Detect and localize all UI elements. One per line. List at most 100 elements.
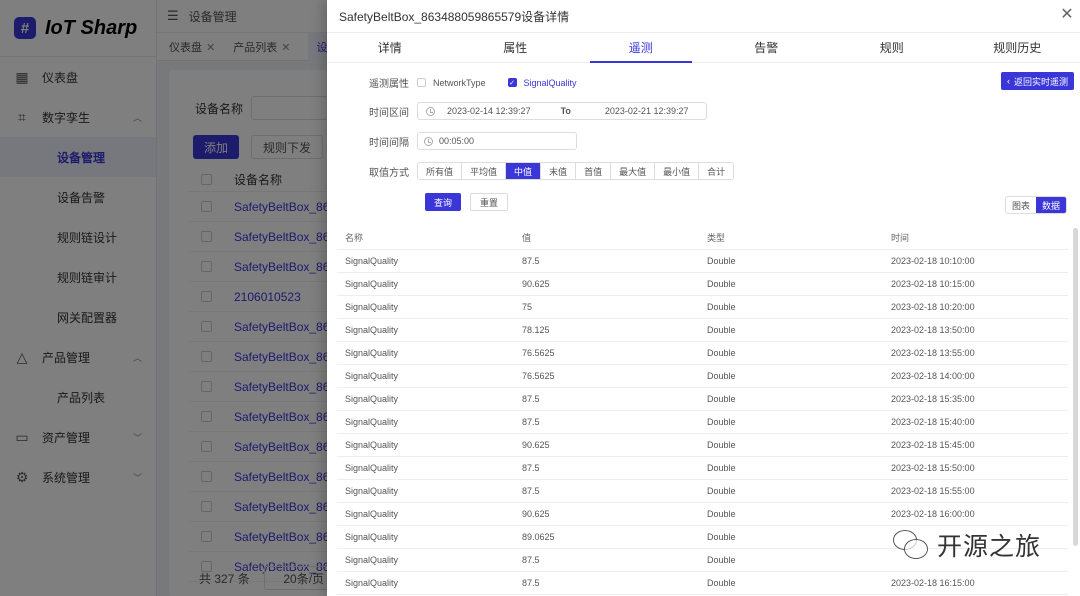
back-to-realtime-button[interactable]: ‹ 返回实时遥测	[1000, 72, 1074, 90]
cell-type: Double	[707, 279, 736, 289]
cell-type: Double	[707, 371, 736, 381]
aggregation-option[interactable]: 合计	[699, 163, 733, 179]
data-view-button[interactable]: 数据	[1035, 197, 1066, 213]
aggregation-option[interactable]: 首值	[576, 163, 612, 179]
cell-time: 2023-02-18 16:15:00	[891, 578, 975, 588]
cell-type: Double	[707, 325, 736, 335]
cell-type: Double	[707, 555, 736, 565]
drawer-tab[interactable]: 详情	[327, 33, 453, 62]
range-start[interactable]: 2023-02-14 12:39:27	[447, 106, 531, 116]
drawer-title: SafetyBeltBox_863488059865579设备详情	[339, 9, 570, 24]
cell-type: Double	[707, 348, 736, 358]
interval-picker[interactable]: 00:05:00	[417, 132, 577, 150]
aggregation-label: 取值方式	[369, 167, 409, 179]
cell-type: Double	[707, 486, 736, 496]
telemetry-attr-label: 遥测属性	[369, 79, 409, 90]
checkbox-checked-icon[interactable]: ✓	[507, 78, 517, 87]
cell-time: 2023-02-18 10:15:00	[891, 279, 975, 289]
telemetry-checkbox[interactable]: NetworkType	[417, 78, 486, 88]
aggregation-segmented: 所有值 平均值 中值 末值 首值 最大值 最小值 合计	[417, 162, 735, 180]
drawer-tab[interactable]: 规则	[829, 33, 955, 62]
cell-time: 2023-02-18 16:00:00	[891, 509, 975, 519]
reset-button[interactable]: 重置	[470, 193, 509, 211]
cell-value: 87.5	[522, 555, 540, 565]
cell-name: SignalQuality	[345, 302, 399, 312]
table-row: SignalQuality 90.625 Double 2023-02-18 16:0…	[337, 503, 1068, 526]
column-header-value: 值	[522, 233, 532, 243]
table-row: SignalQuality 76.5625 Double 2023-02-18 14:…	[337, 365, 1068, 388]
chart-view-button[interactable]: 图表	[1006, 197, 1036, 213]
cell-name: SignalQuality	[345, 486, 399, 496]
cell-name: SignalQuality	[345, 532, 399, 542]
clock-icon	[426, 106, 435, 116]
cell-time: 2023-02-18 15:40:00	[891, 417, 975, 427]
cell-value: 90.625	[522, 440, 550, 450]
aggregation-option[interactable]: 所有值	[418, 163, 463, 179]
drawer-tab[interactable]: 遥测	[578, 33, 704, 63]
table-row: SignalQuality 87.5 Double 2023-02-18 16:15:…	[337, 572, 1068, 595]
cell-type: Double	[707, 256, 736, 266]
cell-name: SignalQuality	[345, 279, 399, 289]
cell-type: Double	[707, 463, 736, 473]
cell-value: 87.5	[522, 463, 540, 473]
drawer-tabs: 详情 属性 遥测 告警 规则 规则历史	[327, 32, 1080, 63]
table-row: SignalQuality 76.5625 Double 2023-02-18 13:…	[337, 342, 1068, 365]
cell-name: SignalQuality	[345, 417, 399, 427]
query-actions: 查询 重置	[425, 193, 517, 211]
aggregation-option[interactable]: 平均值	[462, 163, 507, 179]
drawer-tab[interactable]: 属性	[453, 33, 579, 62]
cell-value: 87.5	[522, 394, 540, 404]
cell-name: SignalQuality	[345, 256, 399, 266]
cell-type: Double	[707, 302, 736, 312]
cell-time: 2023-02-18 13:55:00	[891, 348, 975, 358]
aggregation-option[interactable]: 末值	[541, 163, 577, 179]
table-row: SignalQuality 87.5 Double 2023-02-18 10:10:…	[337, 250, 1068, 273]
telemetry-attr-row: 遥测属性 NetworkType ✓ SignalQuality	[327, 75, 599, 91]
column-header-time: 时间	[891, 233, 910, 243]
cell-type: Double	[707, 417, 736, 427]
watermark: 开源之旅	[893, 527, 1041, 563]
checkbox-icon[interactable]	[417, 78, 426, 87]
aggregation-option[interactable]: 最大值	[611, 163, 656, 179]
cell-name: SignalQuality	[345, 371, 399, 381]
cell-name: SignalQuality	[345, 394, 399, 404]
drawer-tab[interactable]: 告警	[704, 33, 830, 62]
cell-type: Double	[707, 509, 736, 519]
device-detail-drawer: SafetyBeltBox_863488059865579设备详情 ✕ 详情 属性…	[327, 0, 1080, 596]
chevron-left-icon: ‹	[1006, 76, 1010, 86]
range-separator: To	[560, 106, 571, 116]
cell-value: 90.625	[522, 279, 550, 289]
table-row: SignalQuality 87.5 Double 2023-02-18 15:35:…	[337, 388, 1068, 411]
time-range-picker[interactable]: 2023-02-14 12:39:27 To 2023-02-21 12:39:…	[417, 102, 707, 120]
drawer-header: SafetyBeltBox_863488059865579设备详情	[327, 0, 1080, 32]
aggregation-option[interactable]: 中值	[506, 163, 542, 179]
interval-value: 00:05:00	[439, 136, 475, 146]
cell-name: SignalQuality	[345, 325, 399, 335]
cell-time: 2023-02-18 15:45:00	[891, 440, 975, 450]
cell-time: 2023-02-18 10:20:00	[891, 302, 975, 312]
cell-name: SignalQuality	[345, 555, 399, 565]
cell-type: Double	[707, 532, 736, 542]
table-row: SignalQuality 87.5 Double 2023-02-18 15:50:…	[337, 457, 1068, 480]
watermark-text: 开源之旅	[937, 532, 1042, 561]
cell-name: SignalQuality	[345, 348, 399, 358]
cell-value: 76.5625	[522, 348, 555, 358]
telemetry-query-form: ‹ 返回实时遥测 遥测属性 NetworkType ✓ SignalQuality …	[327, 63, 1080, 223]
table-row: SignalQuality 87.5 Double 2023-02-18 15:40:…	[337, 411, 1068, 434]
cell-value: 78.125	[522, 325, 550, 335]
back-button-label: 返回实时遥测	[1013, 76, 1068, 87]
range-end[interactable]: 2023-02-21 12:39:27	[605, 106, 689, 116]
cell-time: 2023-02-18 15:50:00	[891, 463, 975, 473]
interval-row: 时间间隔 00:05:00	[327, 132, 577, 150]
telemetry-checkbox[interactable]: ✓ SignalQuality	[507, 78, 577, 88]
drawer-tab[interactable]: 规则历史	[955, 33, 1080, 62]
table-scrollbar[interactable]	[1073, 228, 1078, 546]
query-button[interactable]: 查询	[425, 193, 462, 211]
cell-name: SignalQuality	[345, 578, 399, 588]
time-range-label: 时间区间	[369, 107, 409, 119]
aggregation-option[interactable]: 最小值	[655, 163, 700, 179]
cell-value: 89.0625	[522, 532, 555, 542]
close-icon[interactable]: ✕	[1059, 7, 1075, 23]
cell-name: SignalQuality	[345, 509, 399, 519]
cell-type: Double	[707, 440, 736, 450]
